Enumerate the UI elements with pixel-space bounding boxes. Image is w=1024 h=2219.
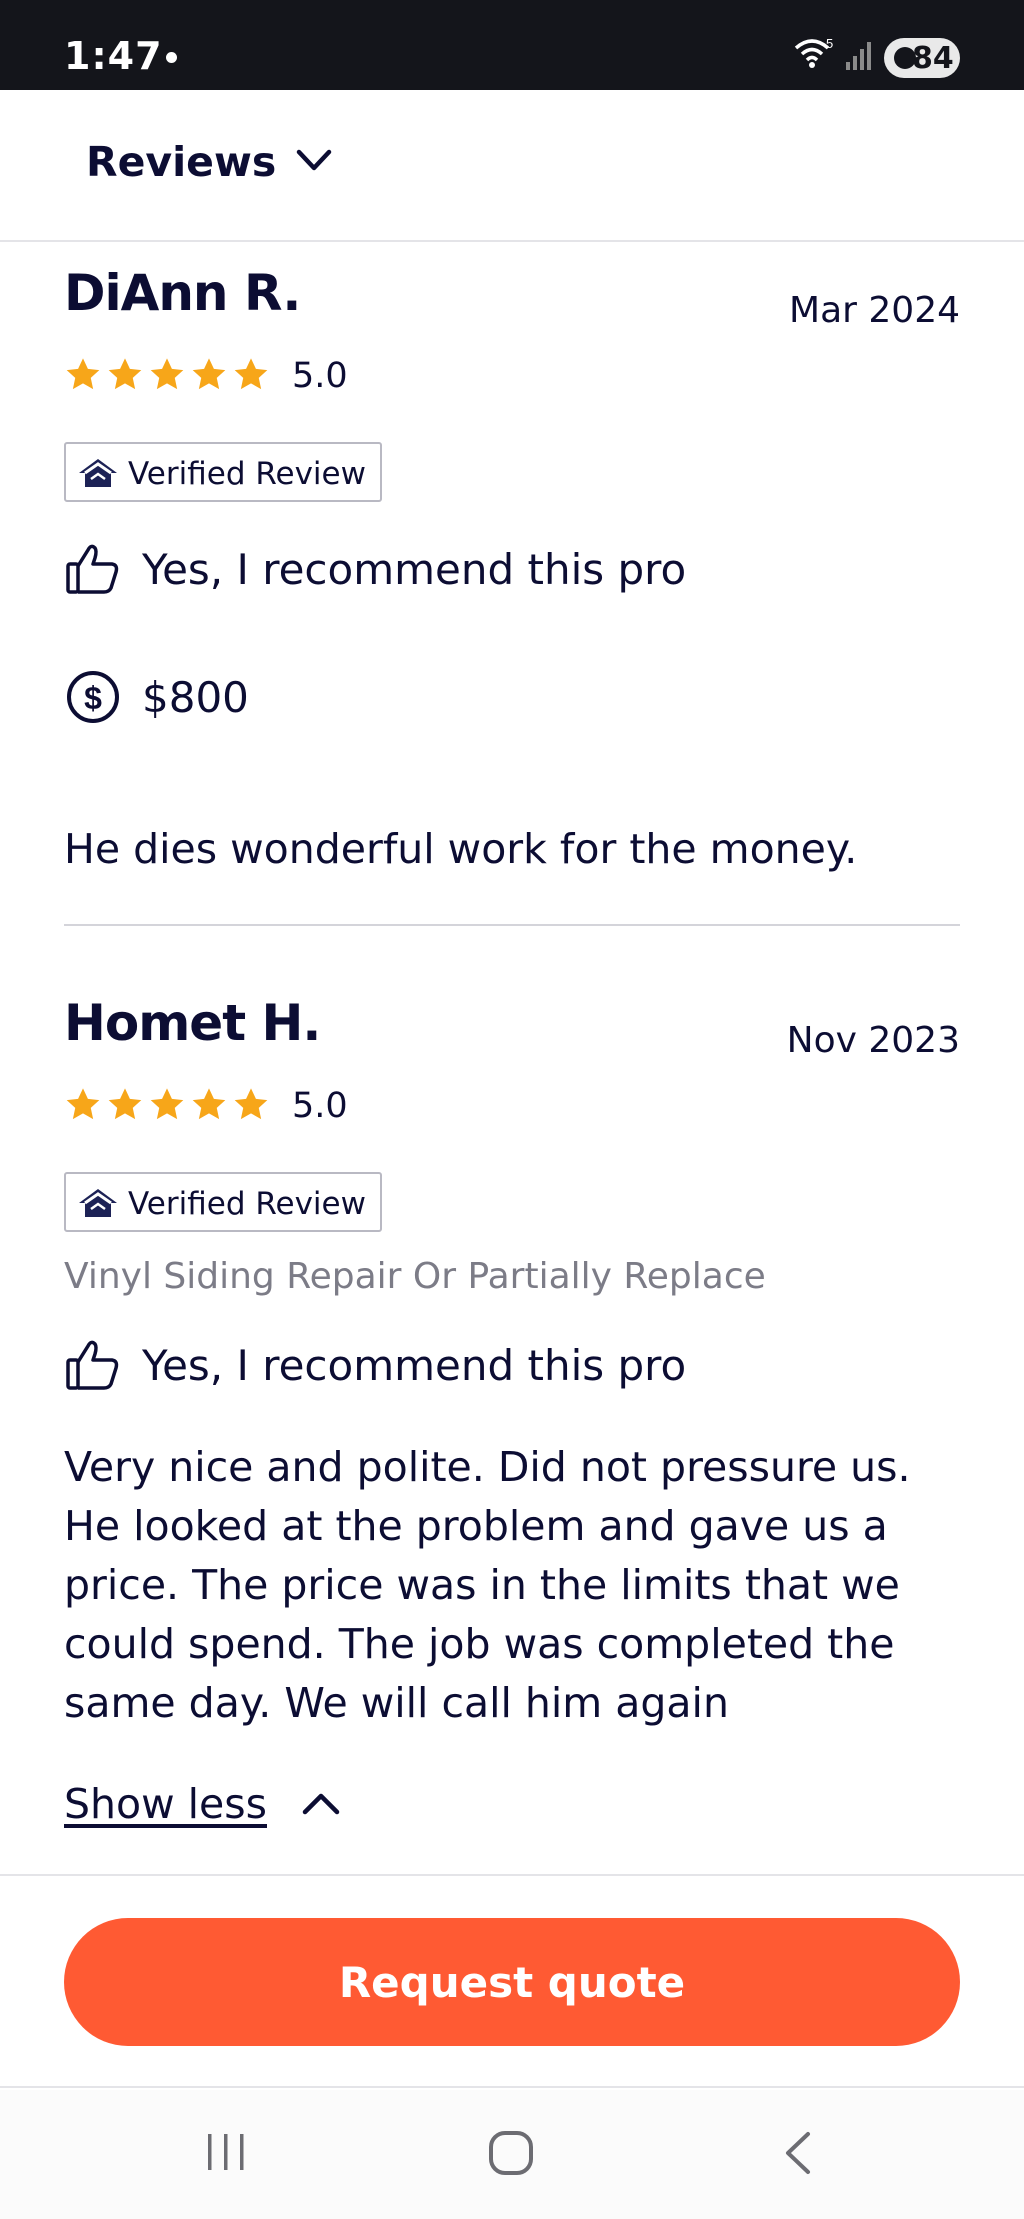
cost-row: $ $800 xyxy=(64,668,249,726)
rating-value: 5.0 xyxy=(292,356,348,396)
review-divider xyxy=(64,924,960,926)
star-icon xyxy=(234,358,268,390)
star-rating xyxy=(64,1086,270,1124)
notification-dot-icon xyxy=(166,52,177,63)
signal-icon xyxy=(846,36,876,76)
back-icon xyxy=(786,2132,810,2174)
star-icon xyxy=(192,1088,226,1120)
star-rating xyxy=(64,356,270,394)
recommend-row: Yes, I recommend this pro xyxy=(64,1336,686,1394)
wifi-label: 5 xyxy=(826,36,833,51)
request-quote-label: Request quote xyxy=(338,1957,686,2007)
star-icon xyxy=(150,358,184,390)
battery-indicator: 84 xyxy=(884,38,960,78)
recent-apps-icon xyxy=(208,2134,244,2170)
star-icon xyxy=(108,1088,142,1120)
recommend-text: Yes, I recommend this pro xyxy=(142,544,687,594)
chevron-up-icon xyxy=(302,1793,340,1815)
battery-percent: 84 xyxy=(912,41,954,76)
home-button[interactable] xyxy=(488,2130,534,2180)
review-card: DiAnn R. Mar 2024 5.0 Verified Review Ye… xyxy=(64,264,960,904)
home-icon xyxy=(489,2131,533,2175)
review-date: Mar 2024 xyxy=(789,290,960,331)
service-name: Vinyl Siding Repair Or Partially Replace xyxy=(64,1256,766,1297)
reviewer-name: DiAnn R. xyxy=(64,264,301,322)
verified-review-badge: Verified Review xyxy=(64,1172,382,1232)
wifi-icon: 5 xyxy=(794,36,834,74)
star-icon xyxy=(234,1088,268,1120)
verified-review-badge: Verified Review xyxy=(64,442,382,502)
star-icon xyxy=(66,358,100,390)
show-less-label: Show less xyxy=(64,1780,267,1828)
rating-value: 5.0 xyxy=(292,1086,348,1126)
back-button[interactable] xyxy=(780,2130,816,2180)
star-icon xyxy=(108,358,142,390)
review-text: He dies wonderful work for the money. xyxy=(64,825,858,873)
star-icon xyxy=(150,1088,184,1120)
chevron-down-icon[interactable] xyxy=(296,148,332,178)
recommend-row: Yes, I recommend this pro xyxy=(64,540,686,598)
page-title: Reviews xyxy=(86,138,277,186)
show-less-button[interactable]: Show less xyxy=(64,1780,341,1828)
thumbs-up-icon xyxy=(66,544,119,594)
reviews-header[interactable]: Reviews xyxy=(0,90,1024,242)
review-text: Very nice and polite. Did not pressure u… xyxy=(64,1443,911,1727)
dollar-icon: $ xyxy=(67,671,119,723)
cta-footer: Request quote xyxy=(0,1874,1024,2088)
system-nav-bar xyxy=(0,2090,1024,2219)
review-card: Homet H. Nov 2023 5.0 Verified Review Vi… xyxy=(64,994,960,1774)
reviews-list[interactable]: DiAnn R. Mar 2024 5.0 Verified Review Ye… xyxy=(0,244,1024,1874)
homeadvisor-logo-icon xyxy=(79,1189,117,1217)
verified-review-label: Verified Review xyxy=(128,1186,366,1222)
review-date: Nov 2023 xyxy=(786,1020,960,1061)
status-bar: 1:47 5 84 xyxy=(0,0,1024,90)
recommend-text: Yes, I recommend this pro xyxy=(142,1340,687,1390)
cost-value: $800 xyxy=(142,672,249,722)
svg-text:$: $ xyxy=(84,680,102,716)
star-icon xyxy=(66,1088,100,1120)
status-time: 1:47 xyxy=(64,34,163,78)
reviewer-name: Homet H. xyxy=(64,994,321,1052)
verified-review-label: Verified Review xyxy=(128,456,366,492)
star-icon xyxy=(192,358,226,390)
thumbs-up-icon xyxy=(66,1340,119,1390)
homeadvisor-logo-icon xyxy=(79,459,117,487)
request-quote-button[interactable]: Request quote xyxy=(64,1918,960,2046)
recent-apps-button[interactable] xyxy=(204,2130,248,2178)
